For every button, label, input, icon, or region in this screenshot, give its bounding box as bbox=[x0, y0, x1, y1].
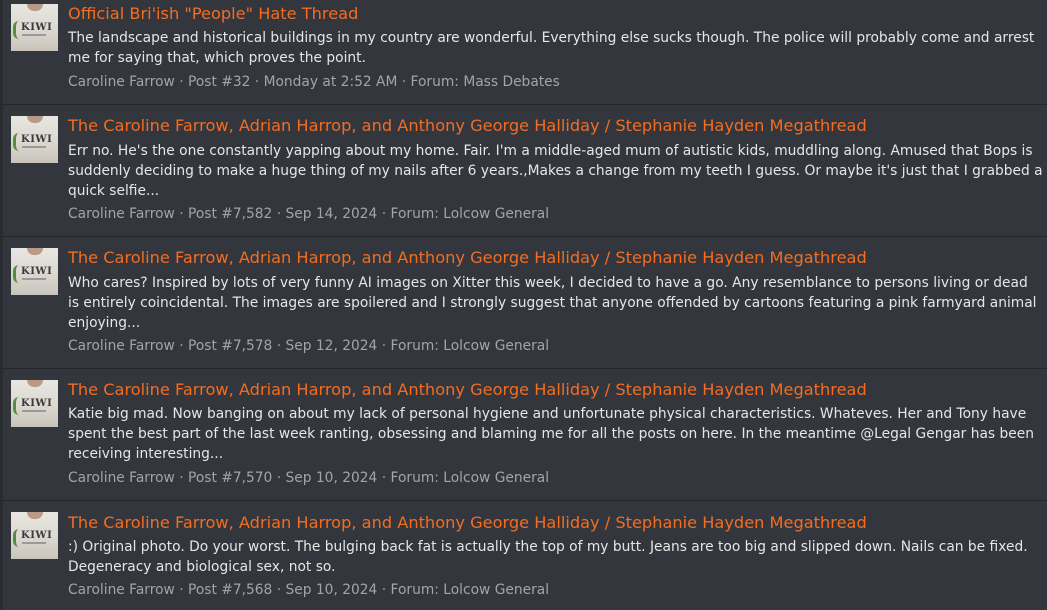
result-left-strip bbox=[0, 0, 3, 104]
result-left-strip bbox=[0, 105, 3, 236]
result-date: Monday at 2:52 AM bbox=[263, 74, 398, 90]
search-result: KIWI The Caroline Farrow, Adrian Harrop,… bbox=[0, 237, 1047, 369]
result-forum-link[interactable]: Forum: Mass Debates bbox=[411, 74, 560, 90]
avatar[interactable]: KIWI bbox=[11, 4, 58, 51]
avatar-logo-underline bbox=[22, 278, 46, 280]
result-title[interactable]: The Caroline Farrow, Adrian Harrop, and … bbox=[68, 248, 867, 268]
avatar-logo-underline bbox=[22, 542, 46, 544]
result-snippet: Katie big mad. Now banging on about my l… bbox=[68, 406, 1034, 462]
avatar-logo-underline bbox=[22, 146, 46, 148]
result-author[interactable]: Caroline Farrow bbox=[68, 582, 175, 598]
meta-separator: · bbox=[377, 338, 391, 354]
meta-separator: · bbox=[272, 206, 286, 222]
result-snippet: The landscape and historical buildings i… bbox=[68, 30, 1035, 66]
avatar-logo-underline bbox=[22, 410, 46, 412]
result-post-number[interactable]: Post #7,568 bbox=[188, 582, 272, 598]
avatar-neck bbox=[27, 116, 43, 123]
result-forum-link[interactable]: Forum: Lolcow General bbox=[391, 582, 550, 598]
result-left-strip bbox=[0, 237, 3, 368]
result-forum-link[interactable]: Forum: Lolcow General bbox=[391, 206, 550, 222]
result-forum-link[interactable]: Forum: Lolcow General bbox=[391, 338, 550, 354]
result-meta: Caroline Farrow · Post #7,570 · Sep 10, … bbox=[68, 468, 549, 488]
result-title[interactable]: The Caroline Farrow, Adrian Harrop, and … bbox=[68, 380, 867, 400]
result-meta: Caroline Farrow · Post #7,578 · Sep 12, … bbox=[68, 336, 549, 356]
meta-separator: · bbox=[250, 74, 264, 90]
meta-separator: · bbox=[377, 582, 391, 598]
result-date: Sep 14, 2024 bbox=[285, 206, 378, 222]
meta-separator: · bbox=[174, 74, 189, 90]
avatar-neck bbox=[27, 380, 43, 387]
result-post-number[interactable]: Post #7,578 bbox=[188, 338, 272, 354]
result-author[interactable]: Caroline Farrow bbox=[68, 74, 175, 90]
avatar[interactable]: KIWI bbox=[11, 512, 58, 559]
result-meta: Caroline Farrow · Post #7,568 · Sep 10, … bbox=[68, 580, 549, 600]
search-results-list: KIWI Official Bri'ish "People" Hate Thre… bbox=[0, 0, 1047, 610]
search-result: KIWI The Caroline Farrow, Adrian Harrop,… bbox=[0, 501, 1047, 610]
avatar-neck bbox=[27, 4, 43, 11]
result-snippet: Who cares? Inspired by lots of very funn… bbox=[68, 275, 1037, 331]
avatar-logo-underline bbox=[22, 34, 46, 36]
result-post-number[interactable]: Post #7,582 bbox=[188, 206, 272, 222]
result-author[interactable]: Caroline Farrow bbox=[68, 338, 175, 354]
avatar-neck bbox=[27, 248, 43, 255]
avatar[interactable]: KIWI bbox=[11, 116, 58, 163]
meta-separator: · bbox=[272, 338, 286, 354]
meta-separator: · bbox=[174, 206, 189, 222]
avatar[interactable]: KIWI bbox=[11, 248, 58, 295]
result-date: Sep 10, 2024 bbox=[285, 582, 378, 598]
meta-separator: · bbox=[377, 206, 391, 222]
result-author[interactable]: Caroline Farrow bbox=[68, 206, 175, 222]
result-left-strip bbox=[0, 501, 3, 610]
meta-separator: · bbox=[377, 470, 391, 486]
result-date: Sep 12, 2024 bbox=[285, 338, 378, 354]
avatar-logo-text: KIWI bbox=[21, 530, 53, 541]
result-author[interactable]: Caroline Farrow bbox=[68, 470, 175, 486]
result-title[interactable]: Official Bri'ish "People" Hate Thread bbox=[68, 4, 358, 24]
result-forum-link[interactable]: Forum: Lolcow General bbox=[391, 470, 550, 486]
result-left-strip bbox=[0, 369, 3, 500]
avatar[interactable]: KIWI bbox=[11, 380, 58, 427]
result-snippet: Err no. He's the one constantly yapping … bbox=[68, 143, 1043, 199]
result-snippet: :) Original photo. Do your worst. The bu… bbox=[68, 539, 1028, 575]
meta-separator: · bbox=[397, 74, 411, 90]
result-post-number[interactable]: Post #32 bbox=[188, 74, 250, 90]
meta-separator: · bbox=[174, 582, 189, 598]
result-title[interactable]: The Caroline Farrow, Adrian Harrop, and … bbox=[68, 513, 867, 533]
avatar-logo-text: KIWI bbox=[21, 266, 53, 277]
avatar-logo-text: KIWI bbox=[21, 134, 53, 145]
search-result: KIWI The Caroline Farrow, Adrian Harrop,… bbox=[0, 105, 1047, 237]
result-post-number[interactable]: Post #7,570 bbox=[188, 470, 272, 486]
avatar-logo-text: KIWI bbox=[21, 22, 53, 33]
avatar-neck bbox=[27, 512, 43, 519]
meta-separator: · bbox=[174, 470, 189, 486]
meta-separator: · bbox=[272, 470, 286, 486]
meta-separator: · bbox=[272, 582, 286, 598]
avatar-logo-text: KIWI bbox=[21, 398, 53, 409]
result-meta: Caroline Farrow · Post #32 · Monday at 2… bbox=[68, 72, 560, 92]
search-result: KIWI The Caroline Farrow, Adrian Harrop,… bbox=[0, 369, 1047, 501]
result-meta: Caroline Farrow · Post #7,582 · Sep 14, … bbox=[68, 204, 549, 224]
meta-separator: · bbox=[174, 338, 189, 354]
search-result: KIWI Official Bri'ish "People" Hate Thre… bbox=[0, 0, 1047, 105]
result-title[interactable]: The Caroline Farrow, Adrian Harrop, and … bbox=[68, 116, 867, 136]
result-date: Sep 10, 2024 bbox=[285, 470, 378, 486]
